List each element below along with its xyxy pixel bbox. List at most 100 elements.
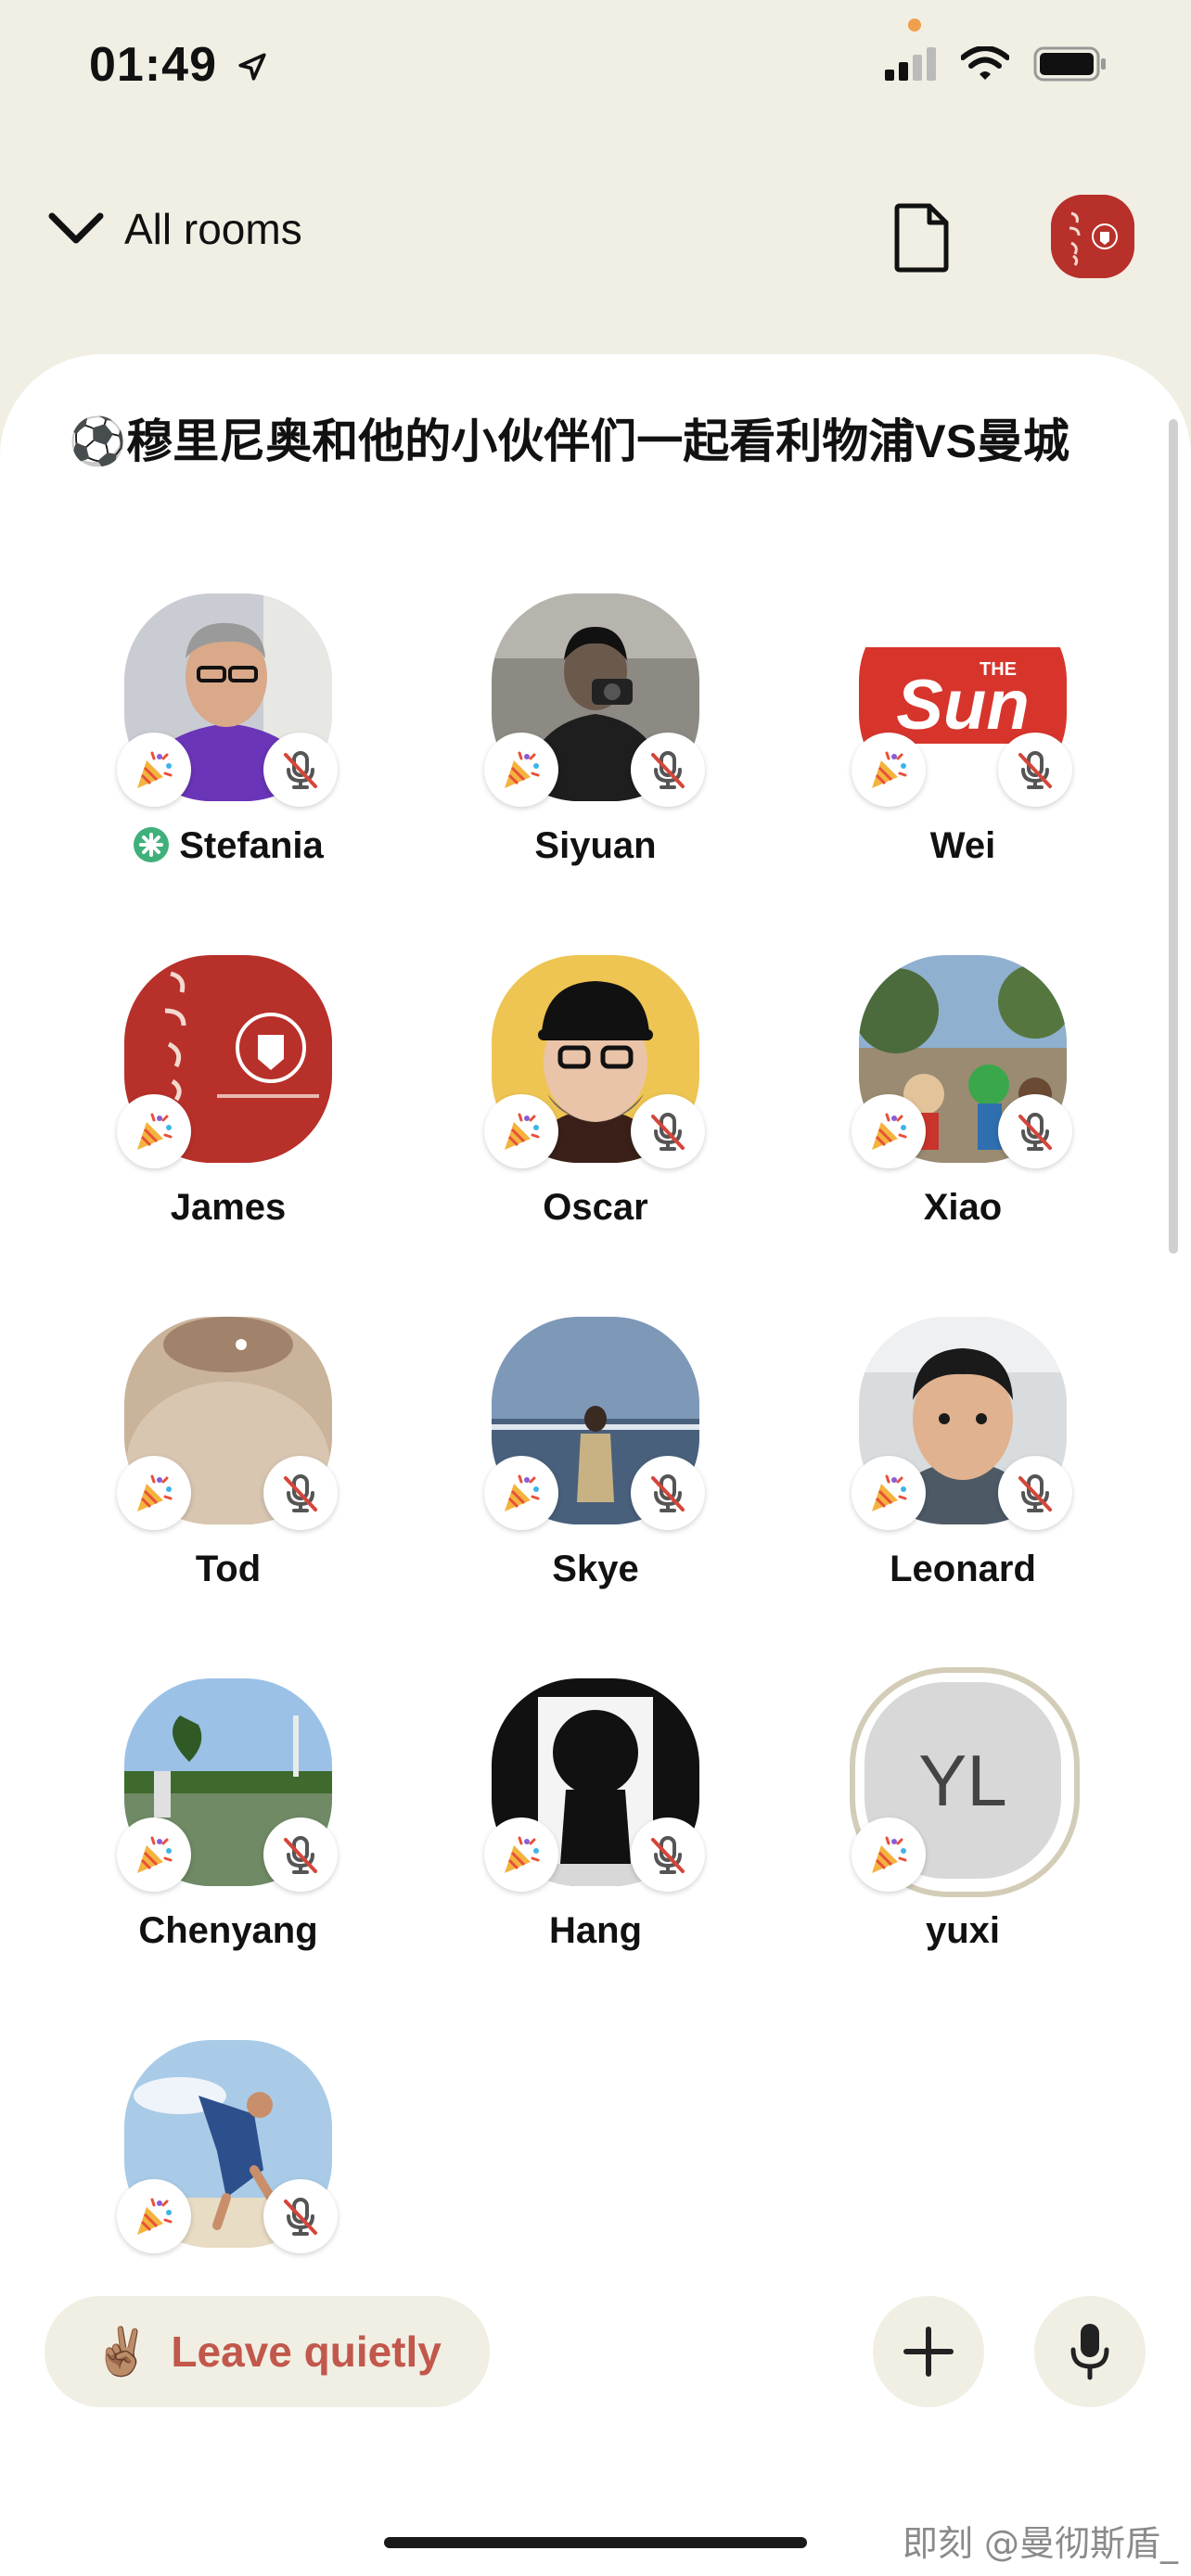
- raise-mic-button[interactable]: [1034, 2296, 1146, 2407]
- member-name: Siyuan: [534, 825, 657, 866]
- member-partial[interactable]: [82, 2040, 360, 2337]
- scrollbar[interactable]: [1169, 419, 1178, 1254]
- party-popper-badge: [484, 1094, 558, 1168]
- party-popper-badge: [117, 2179, 191, 2253]
- party-popper-badge: [852, 1094, 926, 1168]
- member-name: Xiao: [923, 1187, 1003, 1228]
- all-rooms-button[interactable]: All rooms: [46, 204, 302, 254]
- moderator-icon: [134, 827, 170, 862]
- muted-badge: [631, 1094, 705, 1168]
- muted-badge: [631, 1817, 705, 1892]
- room-title: ⚽️穆里尼奥和他的小伙伴们一起看利物浦VS曼城: [69, 415, 1069, 467]
- muted-badge: [631, 1456, 705, 1530]
- member-leonard[interactable]: Leonard: [816, 1317, 1095, 1613]
- leave-quietly-label: Leave quietly: [171, 2327, 442, 2376]
- party-popper-badge: [484, 733, 558, 807]
- member-name: James: [170, 1187, 287, 1228]
- member-oscar[interactable]: Oscar: [449, 955, 727, 1252]
- member-name: Oscar: [543, 1187, 648, 1228]
- status-bar: 01:49: [0, 0, 1191, 139]
- party-popper-badge: [117, 733, 191, 807]
- party-popper-icon: [137, 1474, 173, 1511]
- member-name: Skye: [552, 1549, 639, 1589]
- status-icons: [885, 46, 1108, 82]
- muted-badge: [998, 1094, 1072, 1168]
- member-name: yuxi: [925, 1910, 1001, 1951]
- party-popper-icon: [137, 2198, 173, 2235]
- mic-muted-icon: [284, 1836, 317, 1874]
- plus-icon: [903, 2327, 954, 2377]
- party-popper-icon: [872, 1474, 907, 1511]
- party-popper-icon: [505, 751, 540, 788]
- wifi-icon: [961, 46, 1009, 80]
- party-popper-badge: [117, 1456, 191, 1530]
- member-tod[interactable]: Tod: [82, 1317, 360, 1613]
- muted-badge: [263, 2179, 338, 2253]
- member-chenyang[interactable]: Chenyang: [82, 1678, 360, 1975]
- party-popper-badge: [852, 1456, 926, 1530]
- party-popper-icon: [872, 1836, 907, 1873]
- mic-muted-icon: [284, 1474, 317, 1512]
- member-name: Stefania: [82, 825, 375, 867]
- mic-muted-icon: [1018, 1113, 1052, 1151]
- member-name: Wei: [929, 825, 996, 866]
- muted-badge: [263, 733, 338, 807]
- sun-logo-text: Sun: [896, 666, 1030, 745]
- muted-badge: [263, 1817, 338, 1892]
- party-popper-icon: [505, 1113, 540, 1150]
- party-popper-badge: [852, 733, 926, 807]
- mic-icon: [1070, 2324, 1109, 2380]
- mic-muted-icon: [1018, 751, 1052, 789]
- mic-muted-icon: [1018, 1474, 1052, 1512]
- party-popper-icon: [137, 1836, 173, 1873]
- location-arrow-icon: [238, 53, 267, 81]
- party-popper-badge: [117, 1094, 191, 1168]
- status-time: 01:49: [89, 37, 268, 93]
- watermark: 即刻 @曼彻斯盾_: [902, 2523, 1178, 2564]
- party-popper-badge: [484, 1817, 558, 1892]
- muted-badge: [998, 1456, 1072, 1530]
- mic-muted-icon: [651, 1474, 685, 1512]
- signal-icon: [885, 47, 936, 81]
- header: All rooms: [0, 176, 1191, 297]
- leave-quietly-button[interactable]: ✌🏽 Leave quietly: [45, 2296, 490, 2407]
- member-name: Chenyang: [138, 1910, 318, 1951]
- profile-avatar[interactable]: [1051, 195, 1134, 278]
- battery-icon: [1033, 46, 1106, 82]
- mic-muted-icon: [284, 2198, 317, 2236]
- party-popper-badge: [117, 1817, 191, 1892]
- member-name: Hang: [549, 1910, 642, 1951]
- member-wei[interactable]: THE Sun Wei: [816, 593, 1095, 890]
- party-popper-icon: [137, 751, 173, 788]
- party-popper-icon: [137, 1113, 173, 1150]
- party-popper-icon: [505, 1474, 540, 1511]
- member-yuxi[interactable]: YL yuxi: [816, 1667, 1095, 1975]
- privacy-indicator-dot: [908, 19, 921, 32]
- member-name-text: Stefania: [179, 825, 324, 866]
- mic-muted-icon: [651, 1113, 685, 1151]
- member-james[interactable]: James: [82, 955, 360, 1252]
- member-xiao[interactable]: Xiao: [816, 955, 1095, 1252]
- member-name: Tod: [195, 1549, 262, 1589]
- member-siyuan[interactable]: Siyuan: [449, 593, 727, 890]
- party-popper-icon: [872, 1113, 907, 1150]
- member-name: Leonard: [890, 1549, 1036, 1589]
- room-panel: ⚽️穆里尼奥和他的小伙伴们一起看利物浦VS曼城 Stefania Siyuan …: [0, 354, 1191, 2576]
- party-popper-badge: [852, 1817, 926, 1892]
- add-button[interactable]: [873, 2296, 984, 2407]
- mic-muted-icon: [651, 1836, 685, 1874]
- member-stefania[interactable]: Stefania: [82, 593, 360, 890]
- clock-text: 01:49: [89, 38, 217, 92]
- peace-hand-icon: ✌🏽: [93, 2325, 151, 2378]
- party-popper-icon: [872, 751, 907, 788]
- all-rooms-label: All rooms: [124, 205, 302, 253]
- chevron-down-icon: [48, 212, 104, 244]
- member-skye[interactable]: Skye: [449, 1317, 727, 1613]
- man-utd-crest-icon: [1051, 195, 1134, 278]
- home-indicator: [384, 2537, 807, 2548]
- document-button[interactable]: [892, 202, 952, 277]
- document-icon: [894, 203, 949, 273]
- party-popper-badge: [484, 1456, 558, 1530]
- mic-muted-icon: [651, 751, 685, 789]
- member-hang[interactable]: Hang: [449, 1678, 727, 1975]
